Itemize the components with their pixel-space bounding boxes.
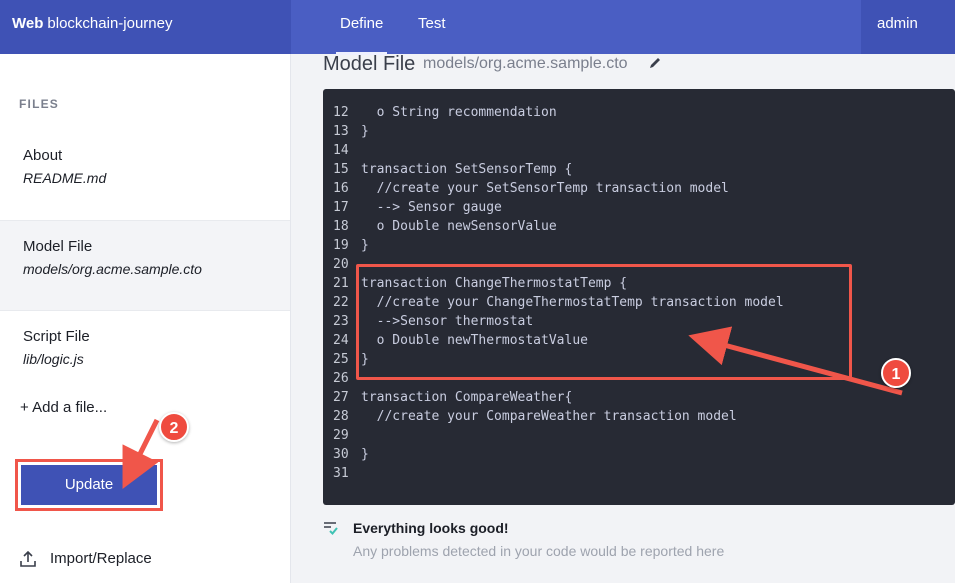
tab-test[interactable]: Test [418, 15, 446, 32]
line-number: 16 [333, 181, 349, 196]
annotation-badge-1: 1 [881, 358, 911, 388]
code-line: 28 //create your CompareWeather transact… [333, 409, 737, 428]
status-title: Everything looks good! [353, 520, 509, 536]
code-text: } [361, 447, 369, 462]
code-line: 13} [333, 124, 369, 143]
code-line: 19} [333, 238, 369, 257]
code-line: 27 transaction CompareWeather{ [333, 390, 572, 409]
line-number: 13 [333, 124, 349, 139]
code-text: o Double newSensorValue [361, 219, 557, 234]
brand-name: blockchain-journey [47, 15, 173, 32]
code-text: o String recommendation [361, 105, 557, 120]
file-path: lib/logic.js [23, 351, 84, 367]
status-subtitle: Any problems detected in your code would… [353, 543, 725, 559]
add-file-link[interactable]: + Add a file... [20, 399, 107, 416]
code-text: //create your CompareWeather transaction… [361, 409, 737, 424]
line-number: 29 [333, 428, 349, 443]
file-path: README.md [23, 170, 107, 186]
code-line: 30} [333, 447, 369, 466]
line-number: 30 [333, 447, 349, 462]
code-line: 18 o Double newSensorValue [333, 219, 557, 238]
code-text: --> Sensor gauge [361, 200, 502, 215]
code-text: transaction CompareWeather{ [361, 390, 573, 405]
line-number: 18 [333, 219, 349, 234]
sidebar-file-model[interactable]: Model File models/org.acme.sample.cto [0, 220, 290, 310]
line-number: 15 [333, 162, 349, 177]
app-header: Web blockchain-journey Define Test admin [0, 0, 955, 55]
line-number: 31 [333, 466, 349, 481]
sidebar-file-script[interactable]: Script File lib/logic.js [0, 310, 290, 400]
tab-define[interactable]: Define [335, 15, 388, 55]
line-number: 14 [333, 143, 349, 158]
pencil-icon[interactable] [648, 56, 662, 70]
line-number: 28 [333, 409, 349, 424]
highlight-box-changethermostattemp [356, 264, 852, 380]
code-line: 16 //create your SetSensorTemp transacti… [333, 181, 729, 200]
brand[interactable]: Web blockchain-journey [0, 0, 291, 54]
code-line: 29 [333, 428, 361, 447]
sidebar: FILES About README.md Model File models/… [0, 54, 291, 583]
files-title: FILES [19, 97, 60, 111]
file-name: Script File [23, 328, 90, 345]
line-number: 12 [333, 105, 349, 120]
file-name: Model File [23, 238, 93, 255]
code-line: 17 --> Sensor gauge [333, 200, 502, 219]
file-path-title: models/org.acme.sample.cto [423, 55, 628, 72]
import-label: Import/Replace [50, 550, 152, 567]
upload-icon [20, 550, 36, 567]
line-number: 27 [333, 390, 349, 405]
line-number: 19 [333, 238, 349, 253]
sidebar-file-about[interactable]: About README.md [0, 130, 290, 220]
import-replace-button[interactable]: Import/Replace [20, 550, 152, 567]
code-text: } [361, 124, 369, 139]
user-menu[interactable]: admin [861, 0, 955, 54]
line-number: 17 [333, 200, 349, 215]
code-line: 14 [333, 143, 361, 162]
code-text: //create your SetSensorTemp transaction … [361, 181, 729, 196]
code-text: } [361, 238, 369, 253]
annotation-badge-2: 2 [159, 412, 189, 442]
brand-bold: Web [12, 15, 44, 32]
code-line: 31 [333, 466, 361, 485]
code-line: 12 o String recommendation [333, 105, 557, 124]
file-name: About [23, 147, 63, 164]
update-button[interactable]: Update [21, 465, 157, 505]
code-text: transaction SetSensorTemp { [361, 162, 573, 177]
code-line: 15 transaction SetSensorTemp { [333, 162, 572, 181]
update-highlight-box: Update [15, 459, 163, 511]
file-path: models/org.acme.sample.cto [23, 261, 202, 277]
checklist-icon [324, 522, 338, 535]
page-title: Model File [323, 53, 416, 75]
